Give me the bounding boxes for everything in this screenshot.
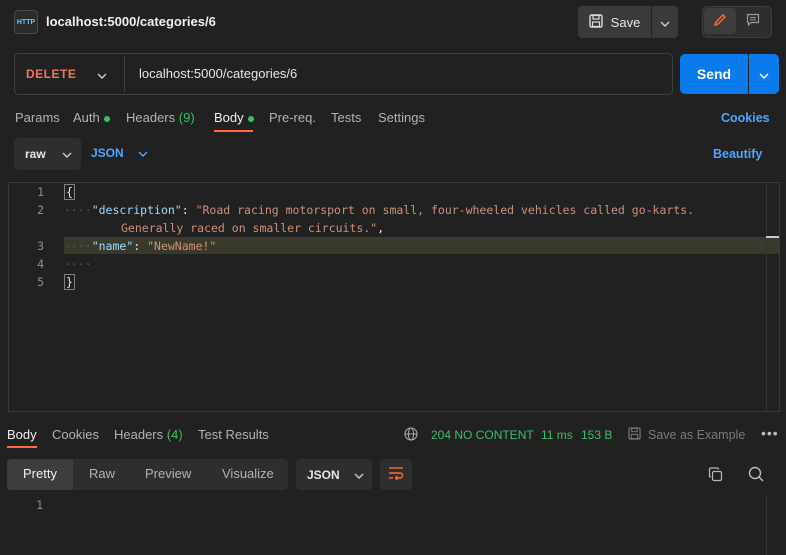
chevron-down-icon[interactable]	[97, 67, 107, 82]
response-tab-cookies[interactable]: Cookies	[52, 427, 99, 442]
http-icon: HTTP	[14, 10, 38, 34]
view-pretty[interactable]: Pretty	[23, 466, 57, 481]
send-button[interactable]: Send	[680, 54, 748, 94]
save-as-example-label: Save as Example	[648, 428, 746, 442]
status-dot	[247, 115, 254, 122]
headers-count: (9)	[178, 110, 195, 125]
code-line-4: ····	[64, 257, 92, 271]
line-number: 3	[37, 239, 44, 253]
url-bar	[14, 53, 673, 95]
code-line-1: {	[64, 184, 75, 200]
send-dropdown-button[interactable]	[749, 54, 779, 94]
chevron-down-icon	[759, 67, 769, 82]
response-scrollbar[interactable]	[766, 496, 780, 555]
tab-tests[interactable]: Tests	[331, 110, 361, 125]
response-tab-body[interactable]: Body	[7, 427, 37, 442]
response-tab-headers[interactable]: Headers (4)	[114, 427, 183, 442]
line-number: 5	[37, 275, 44, 289]
active-tab-indicator	[7, 446, 37, 448]
edit-mode-button[interactable]	[704, 8, 736, 34]
pencil-icon	[713, 13, 727, 30]
url-divider	[124, 56, 125, 92]
save-icon	[628, 427, 641, 443]
tab-params[interactable]: Params	[15, 110, 60, 125]
cookies-link[interactable]: Cookies	[721, 111, 770, 125]
response-tab-test-results[interactable]: Test Results	[198, 427, 269, 442]
request-title[interactable]: localhost:5000/categories/6	[46, 14, 216, 29]
response-format-label: JSON	[307, 467, 340, 482]
body-language-select[interactable]: JSON	[91, 146, 148, 160]
method-select[interactable]: DELETE	[26, 67, 76, 81]
json-key: "description"	[91, 203, 182, 217]
beautify-link[interactable]: Beautify	[713, 147, 762, 161]
editor-scrollbar[interactable]	[766, 182, 780, 412]
code-line-2: ····"description": "Road racing motorspo…	[64, 203, 695, 217]
response-headers-label: Headers	[114, 427, 164, 442]
active-tab-indicator	[214, 130, 253, 132]
globe-icon[interactable]	[404, 427, 418, 444]
body-mode-label: raw	[25, 147, 46, 161]
search-icon[interactable]	[748, 466, 764, 485]
status-dot	[103, 115, 110, 122]
line-number: 4	[37, 257, 44, 271]
code-line-2-wrap: Generally raced on smaller circuits.",	[121, 221, 385, 235]
save-as-example-button[interactable]: Save as Example	[628, 427, 745, 443]
view-raw[interactable]: Raw	[89, 466, 115, 481]
code-line-3: ····"name": "NewName!"	[64, 239, 217, 253]
view-preview[interactable]: Preview	[145, 466, 191, 481]
wrap-lines-button[interactable]	[380, 459, 412, 490]
comment-icon	[746, 13, 760, 30]
body-mode-select[interactable]: raw	[14, 138, 81, 170]
response-headers-count: (4)	[166, 427, 183, 442]
comments-button[interactable]	[737, 8, 769, 34]
tab-auth-label: Auth	[73, 110, 100, 125]
scrollbar-marker	[766, 236, 779, 238]
tab-auth[interactable]: Auth	[73, 110, 110, 125]
chevron-down-icon	[138, 146, 148, 160]
tab-settings[interactable]: Settings	[378, 110, 425, 125]
json-string: "Road racing motorsport on small, four-w…	[195, 203, 695, 217]
line-number: 1	[36, 498, 43, 512]
copy-icon[interactable]	[708, 467, 723, 485]
chevron-down-icon	[62, 147, 72, 161]
tab-body[interactable]: Body	[214, 110, 254, 125]
line-number: 1	[37, 185, 44, 199]
line-number: 2	[37, 203, 44, 217]
response-format-select[interactable]: JSON	[296, 459, 372, 490]
open-brace: {	[64, 184, 75, 200]
url-input[interactable]: localhost:5000/categories/6	[139, 66, 297, 81]
chevron-down-icon	[354, 468, 364, 482]
json-string: Generally raced on smaller circuits."	[121, 221, 378, 235]
save-button[interactable]: Save	[578, 6, 651, 38]
save-icon	[588, 13, 603, 31]
json-key: "name"	[91, 239, 134, 253]
close-brace: }	[64, 274, 75, 290]
body-language-label: JSON	[91, 146, 124, 160]
code-line-5: }	[64, 274, 75, 290]
wrap-lines-icon	[388, 466, 404, 483]
response-time[interactable]: 11 ms	[541, 428, 573, 442]
save-label: Save	[610, 14, 641, 30]
chevron-down-icon	[660, 15, 670, 30]
view-visualize[interactable]: Visualize	[222, 466, 274, 481]
json-string: "NewName!"	[147, 239, 217, 253]
tab-headers-label: Headers	[126, 110, 176, 125]
tab-prereq[interactable]: Pre-req.	[269, 110, 316, 125]
response-status[interactable]: 204 NO CONTENT	[431, 428, 534, 442]
more-icon[interactable]: •••	[761, 425, 779, 441]
tab-headers[interactable]: Headers (9)	[126, 110, 195, 125]
response-size[interactable]: 153 B	[581, 428, 612, 442]
tab-body-label: Body	[214, 110, 244, 125]
save-dropdown-button[interactable]	[652, 6, 678, 38]
